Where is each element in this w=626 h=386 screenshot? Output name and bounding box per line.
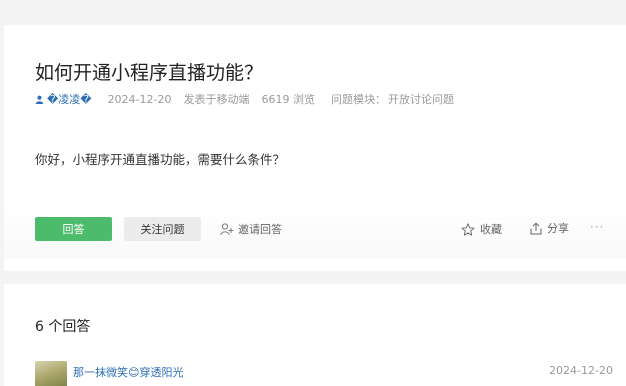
share-label: 分享 (547, 222, 569, 235)
module-link[interactable]: 开放讨论问题 (388, 91, 454, 107)
question-actions-bar: 回答 关注问题 邀请回答 收藏 分享 ··· (4, 203, 626, 259)
question-title: 如何开通小程序直播功能？ (35, 62, 264, 84)
question-views: 6619 浏览 (261, 93, 316, 106)
module-label: 问题模块： (331, 93, 386, 106)
follow-question-button[interactable]: 关注问题 (124, 217, 201, 241)
share-button[interactable]: 分享 (530, 220, 569, 236)
add-user-icon (220, 222, 234, 235)
invite-answer-button[interactable]: 邀请回答 (220, 221, 282, 237)
author-name: �凌凌� (47, 93, 92, 106)
answers-count: 6 个回答 (35, 319, 91, 335)
answers-card: 6 个回答 那一抹微笑😊穿透阳光 2024-12-20 (4, 284, 626, 386)
question-date: 2024-12-20 (107, 92, 172, 106)
star-icon (461, 222, 475, 236)
question-meta: �凌凌� 2024-12-20 发表于移动端 6619 浏览 问题模块： 开放讨… (35, 91, 454, 107)
author-link[interactable]: �凌凌� (35, 91, 92, 107)
answer-date: 2024-12-20 (549, 364, 613, 377)
question-card: 如何开通小程序直播功能？ �凌凌� 2024-12-20 发表于移动端 6619… (4, 25, 626, 271)
share-icon (530, 221, 542, 234)
answer-item: 那一抹微笑😊穿透阳光 2024-12-20 (35, 361, 615, 386)
invite-label: 邀请回答 (238, 223, 282, 236)
answer-author[interactable]: 那一抹微笑😊穿透阳光 (73, 364, 183, 380)
favorite-label: 收藏 (480, 223, 502, 236)
favorite-button[interactable]: 收藏 (461, 221, 502, 237)
user-icon (35, 95, 44, 104)
answer-button[interactable]: 回答 (35, 217, 112, 241)
question-body: 你好，小程序开通直播功能，需要什么条件？ (35, 152, 286, 167)
more-options-button[interactable]: ··· (590, 220, 604, 234)
avatar[interactable] (35, 361, 67, 386)
question-source: 发表于移动端 (183, 93, 250, 106)
